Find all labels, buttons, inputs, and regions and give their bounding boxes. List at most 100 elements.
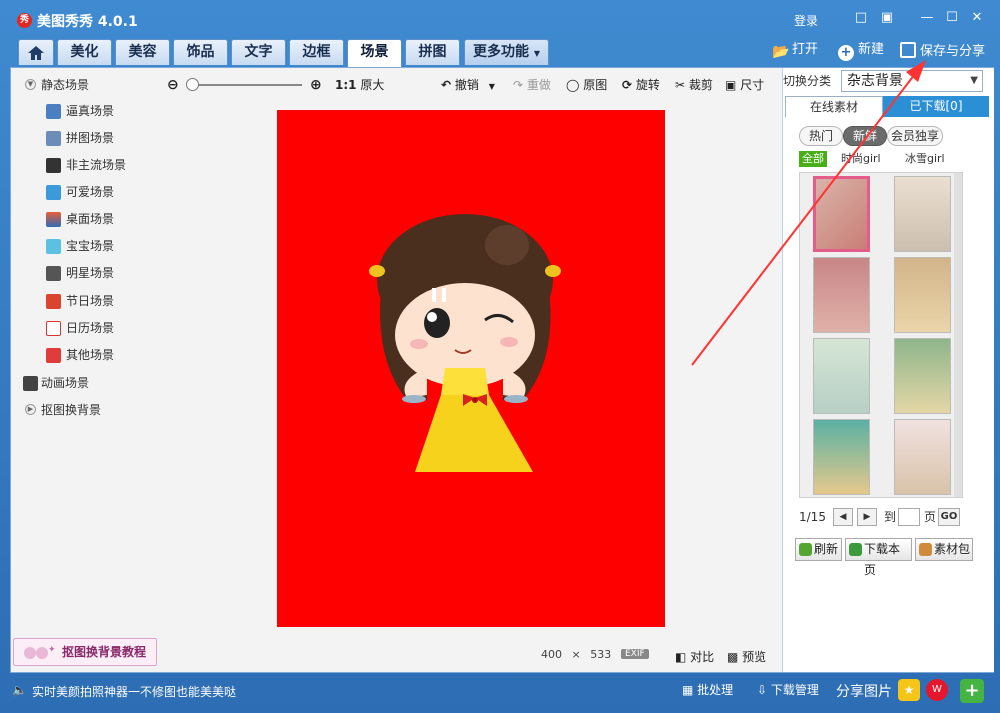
material-thumb[interactable] (813, 419, 870, 495)
tree-group-animated[interactable]: 动画场景 (23, 374, 89, 392)
material-panel: 切换分类 杂志背景 ▼ 在线素材 已下载[0] 热门 新鲜 会员独享 全部 时尚… (782, 68, 994, 672)
tree-item-label: 非主流场景 (66, 158, 127, 172)
close-icon[interactable]: ✕ (968, 10, 986, 26)
original-size-button[interactable]: 1:1 原大 (335, 76, 384, 94)
pill-new[interactable]: 新鲜 (843, 126, 887, 146)
download-page-button[interactable]: 下载本页 (845, 538, 912, 577)
tree-item-realistic[interactable]: 逼真场景 (46, 102, 114, 120)
expand-icon[interactable]: ▼ (25, 79, 36, 90)
tree-item-cute[interactable]: 可爱场景 (46, 183, 114, 201)
tree-item-collage[interactable]: 拼图场景 (46, 129, 114, 147)
crop-button[interactable]: ✂ 裁剪 (675, 76, 713, 94)
redo-button[interactable]: ↷ 重做 (513, 76, 551, 94)
add-share-icon[interactable]: + (960, 679, 984, 703)
next-page-button[interactable]: ▶ (857, 508, 877, 526)
status-tip[interactable]: 实时美颜拍照神器一不修图也能美美哒 (32, 683, 236, 700)
tree-item-desktop[interactable]: 桌面场景 (46, 210, 114, 228)
tab-scene[interactable]: 场景 (347, 39, 402, 68)
preview-label: 预览 (742, 650, 767, 664)
resize-button[interactable]: ▣ 尺寸 (725, 76, 764, 94)
rotate-button[interactable]: ⟳ 旋转 (622, 76, 660, 94)
undo-button[interactable]: ↶ 撤销 ▼ (441, 76, 495, 94)
material-pack-button[interactable]: 素材包 (915, 538, 973, 561)
zoom-slider-handle[interactable] (186, 78, 199, 91)
material-thumb[interactable] (813, 338, 870, 414)
zoom-out-button[interactable]: ⊖ (167, 76, 179, 94)
tab-text[interactable]: 文字 (231, 39, 286, 65)
filter-fashion-girl[interactable]: 时尚girl (841, 151, 881, 167)
original-image-button[interactable]: ◯ 原图 (566, 76, 607, 94)
material-thumb[interactable] (813, 176, 870, 252)
zoom-slider[interactable] (186, 78, 308, 92)
skin-icon[interactable]: ▣ (878, 10, 896, 26)
refresh-button[interactable]: 刷新 (795, 538, 842, 561)
pill-vip[interactable]: 会员独享 (887, 126, 943, 146)
tab-more[interactable]: 更多功能 ▼ (464, 39, 549, 65)
tab-frame[interactable]: 边框 (289, 39, 344, 65)
tree-group-cutout[interactable]: ▶ 抠图换背景 (25, 401, 101, 419)
undo-icon: ↶ (441, 78, 452, 92)
new-label: 新建 (858, 42, 885, 57)
tab-accessories[interactable]: 饰品 (173, 39, 228, 65)
download-manager-button[interactable]: ⇩ 下载管理 (757, 681, 819, 698)
tree-item-festival[interactable]: 节日场景 (46, 292, 114, 310)
category-select[interactable]: 杂志背景 ▼ (841, 70, 983, 92)
resize-icon: ▣ (725, 78, 737, 92)
zoom-in-button[interactable]: ⊕ (310, 76, 322, 94)
rotate-label: 旋转 (635, 78, 660, 92)
save-icon (900, 42, 916, 58)
preview-button[interactable]: ▩ 预览 (727, 648, 766, 665)
tab-beautify[interactable]: 美化 (57, 39, 112, 65)
status-bar: 🔈 实时美颜拍照神器一不修图也能美美哒 ▦ 批处理 ⇩ 下载管理 分享图片 ★ … (0, 675, 1000, 713)
tab-home[interactable] (18, 39, 54, 65)
minimize-icon[interactable]: — (918, 10, 936, 26)
favorite-icon[interactable]: ★ (898, 679, 920, 701)
scene-thumb-icon (46, 131, 61, 146)
app-window: 秀 美图秀秀 4.0.1 登录 □ ▣ — ☐ ✕ 美化 美容 饰品 文字 边框… (0, 0, 1000, 713)
new-button[interactable]: + 新建 (838, 42, 884, 61)
message-icon[interactable]: □ (852, 10, 870, 26)
scene-thumb-icon (46, 104, 61, 119)
download-icon (849, 543, 862, 556)
compare-label: 对比 (690, 650, 715, 664)
go-button[interactable]: GO (938, 508, 960, 526)
maximize-icon[interactable]: ☐ (943, 10, 961, 26)
collapse-icon[interactable]: ▶ (25, 404, 36, 415)
material-thumb[interactable] (894, 176, 951, 252)
open-button[interactable]: 📂 打开 (772, 42, 818, 60)
tab-online-material[interactable]: 在线素材 (785, 96, 883, 117)
page-suffix-label: 页 (924, 510, 937, 524)
filter-snow-girl[interactable]: 冰雪girl (905, 151, 945, 167)
pill-hot[interactable]: 热门 (799, 126, 843, 146)
tree-item-nonmainstream[interactable]: 非主流场景 (46, 156, 126, 174)
material-thumb[interactable] (894, 257, 951, 333)
material-thumb[interactable] (894, 419, 951, 495)
material-thumb[interactable] (894, 338, 951, 414)
share-image-label[interactable]: 分享图片 (836, 681, 892, 701)
weibo-icon[interactable]: W (926, 679, 948, 701)
calendar-icon (46, 321, 61, 336)
material-thumb[interactable] (813, 257, 870, 333)
tab-beauty[interactable]: 美容 (115, 39, 170, 65)
page-number-input[interactable] (898, 508, 920, 526)
tree-item-label: 桌面场景 (66, 212, 115, 226)
tree-item-calendar[interactable]: 日历场景 (46, 319, 114, 337)
tab-collage[interactable]: 拼图 (405, 39, 460, 65)
photo-canvas[interactable] (277, 110, 665, 627)
tutorial-button[interactable]: ✦ 抠图换背景教程 (13, 638, 157, 666)
prev-page-button[interactable]: ◀ (833, 508, 853, 526)
filter-all[interactable]: 全部 (799, 151, 827, 167)
tree-item-baby[interactable]: 宝宝场景 (46, 237, 114, 255)
tree-item-star[interactable]: 明星场景 (46, 264, 114, 282)
compare-button[interactable]: ◧ 对比 (675, 648, 714, 665)
tab-downloaded[interactable]: 已下载[0] (883, 96, 989, 117)
refresh-label: 刷新 (814, 542, 839, 556)
batch-process-button[interactable]: ▦ 批处理 (682, 681, 733, 698)
tree-item-other[interactable]: 其他场景 (46, 346, 114, 364)
exif-button[interactable]: EXIF (621, 649, 649, 659)
grid-scrollbar[interactable] (954, 173, 962, 497)
login-link[interactable]: 登录 (794, 12, 818, 29)
undo-dropdown-icon[interactable]: ▼ (489, 82, 495, 91)
tree-group-static[interactable]: ▼ 静态场景 (25, 76, 89, 94)
save-share-button[interactable]: 保存与分享 (900, 42, 985, 60)
